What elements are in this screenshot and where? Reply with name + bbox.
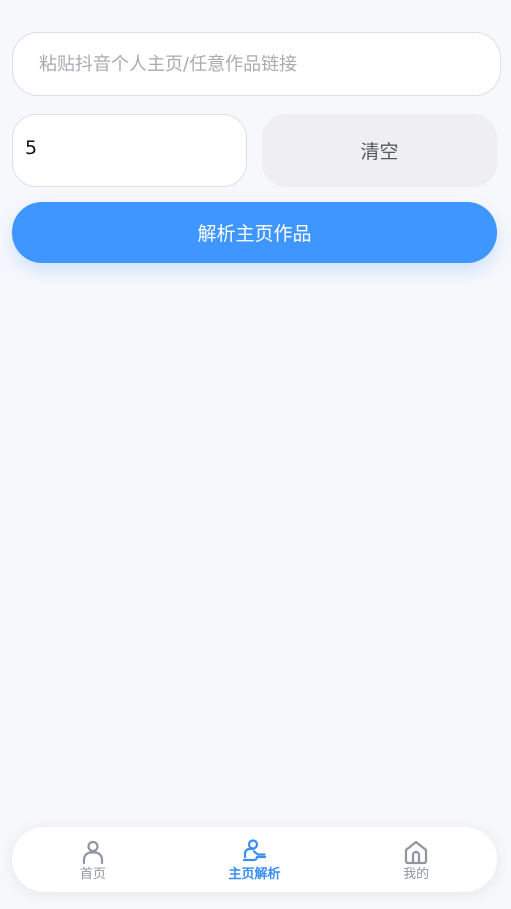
tab-mine-label: 我的 [403,867,430,882]
tab-home-label: 首页 [79,867,106,882]
user-icon [79,838,107,866]
url-input[interactable] [12,32,501,96]
tab-homepage-parse[interactable]: 主页解析 [174,827,336,892]
home-icon [402,838,430,866]
tab-mine[interactable]: 我的 [335,827,497,892]
tab-homepage-parse-label: 主页解析 [228,867,281,882]
parse-homepage-button[interactable]: 解析主页作品 [12,202,497,263]
count-input[interactable] [12,114,247,187]
bottom-tab-bar: 首页 主页解析 我的 [12,827,497,892]
tab-home[interactable]: 首页 [12,827,174,892]
clear-button[interactable]: 清空 [262,114,497,187]
user-scan-icon [241,838,269,866]
